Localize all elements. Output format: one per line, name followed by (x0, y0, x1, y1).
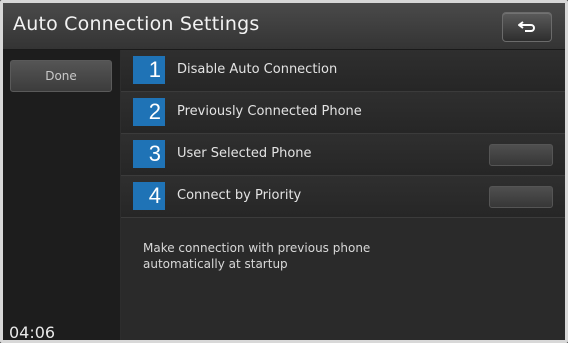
back-button[interactable] (502, 12, 552, 42)
option-label: User Selected Phone (177, 146, 312, 161)
options-list: 1 Disable Auto Connection 2 Previously C… (121, 50, 565, 340)
connect-by-priority-setting-button[interactable] (489, 186, 553, 208)
settings-window: Auto Connection Settings Done 1 Disable … (0, 0, 568, 343)
option-number-badge: 4 (133, 182, 165, 210)
title-bar: Auto Connection Settings (3, 3, 565, 50)
page-title: Auto Connection Settings (13, 13, 260, 35)
done-button[interactable]: Done (10, 60, 112, 92)
clock: 04:06 (9, 323, 56, 342)
option-disable-auto-connection[interactable]: 1 Disable Auto Connection (121, 50, 565, 92)
back-arrow-icon (518, 21, 535, 32)
option-user-selected-phone[interactable]: 3 User Selected Phone (121, 134, 565, 176)
option-number-badge: 1 (133, 56, 165, 84)
option-description: Make connection with previous phone auto… (143, 241, 371, 271)
option-previously-connected-phone[interactable]: 2 Previously Connected Phone (121, 92, 565, 134)
option-label: Connect by Priority (177, 188, 302, 203)
sidebar: Done (3, 50, 121, 340)
option-label: Previously Connected Phone (177, 104, 362, 119)
user-selected-phone-setting-button[interactable] (489, 144, 553, 166)
option-label: Disable Auto Connection (177, 62, 338, 77)
option-number-badge: 2 (133, 98, 165, 126)
option-number-badge: 3 (133, 140, 165, 168)
screen: Auto Connection Settings Done 1 Disable … (0, 0, 568, 343)
option-connect-by-priority[interactable]: 4 Connect by Priority (121, 176, 565, 218)
